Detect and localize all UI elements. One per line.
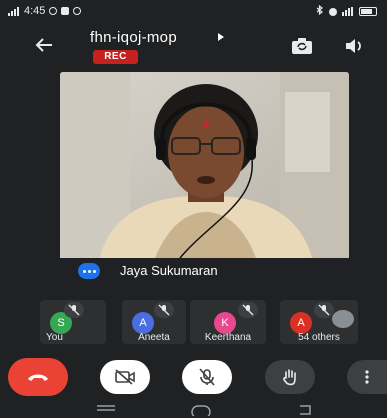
battery-icon xyxy=(359,7,377,16)
participant-strip: S You A Aneeta K Keerthana A 54 others xyxy=(40,300,380,346)
more-options-button[interactable] xyxy=(347,360,387,394)
end-call-icon xyxy=(28,374,48,381)
raise-hand-button[interactable] xyxy=(265,360,315,394)
status-left: 4:45 xyxy=(8,5,82,17)
participant-tile-others[interactable]: A 54 others xyxy=(280,300,358,344)
avatar: A xyxy=(290,312,312,334)
camera-off-icon xyxy=(115,369,135,385)
call-header: fhn-iqoj-mop REC xyxy=(0,24,387,70)
group-thumbnail xyxy=(332,310,354,328)
bluetooth-icon xyxy=(316,4,324,18)
participant-name: Keerthana xyxy=(204,332,252,343)
avatar: A xyxy=(132,312,154,334)
camera-toggle-button[interactable] xyxy=(100,360,150,394)
status-right xyxy=(316,4,377,18)
notification-icon xyxy=(61,7,70,15)
status-bar: 4:45 xyxy=(0,0,387,24)
participant-tile-aneeta[interactable]: A Aneeta xyxy=(122,300,186,344)
chat-icon xyxy=(73,7,82,15)
mic-off-icon xyxy=(314,302,334,318)
switch-camera-icon xyxy=(292,38,312,54)
switch-camera-button[interactable] xyxy=(289,33,315,59)
meeting-code[interactable]: fhn-iqoj-mop xyxy=(90,29,177,46)
main-video-tile[interactable]: Jaya Sukumaran xyxy=(60,72,349,284)
mic-off-icon xyxy=(154,302,174,318)
sync-icon xyxy=(49,7,58,15)
participant-tile-you[interactable]: S You xyxy=(40,300,106,344)
signal-icon xyxy=(8,6,20,16)
speaker-name: Jaya Sukumaran xyxy=(120,263,218,278)
system-nav-bar xyxy=(0,400,387,418)
participant-name: You xyxy=(46,332,63,343)
recents-icon[interactable] xyxy=(96,404,116,414)
more-vert-icon xyxy=(365,370,369,384)
speaker-button[interactable] xyxy=(341,33,367,59)
alarm-icon xyxy=(329,7,337,16)
caret-right-icon[interactable] xyxy=(218,33,224,41)
back-nav-icon[interactable] xyxy=(296,404,314,416)
mic-off-icon xyxy=(199,368,215,386)
network-icon xyxy=(342,7,354,16)
recording-badge: REC xyxy=(93,50,138,64)
speaker-video-feed xyxy=(60,72,349,258)
back-button[interactable] xyxy=(32,33,56,57)
participant-tile-keerthana[interactable]: K Keerthana xyxy=(190,300,266,344)
mic-toggle-button[interactable] xyxy=(182,360,232,394)
status-time: 4:45 xyxy=(24,5,46,17)
participant-name: 54 others xyxy=(298,332,340,343)
speaker-label-bar: Jaya Sukumaran xyxy=(60,258,349,284)
mic-off-icon xyxy=(64,302,84,318)
participant-name: Aneeta xyxy=(138,332,170,343)
home-icon[interactable] xyxy=(190,404,212,416)
arrow-back-icon xyxy=(35,38,52,52)
end-call-button[interactable] xyxy=(8,358,68,396)
audio-level-icon xyxy=(78,263,100,279)
mic-off-icon xyxy=(238,302,258,318)
volume-icon xyxy=(346,39,361,53)
call-controls xyxy=(0,352,387,398)
avatar: K xyxy=(214,312,236,334)
raise-hand-icon xyxy=(283,369,296,386)
